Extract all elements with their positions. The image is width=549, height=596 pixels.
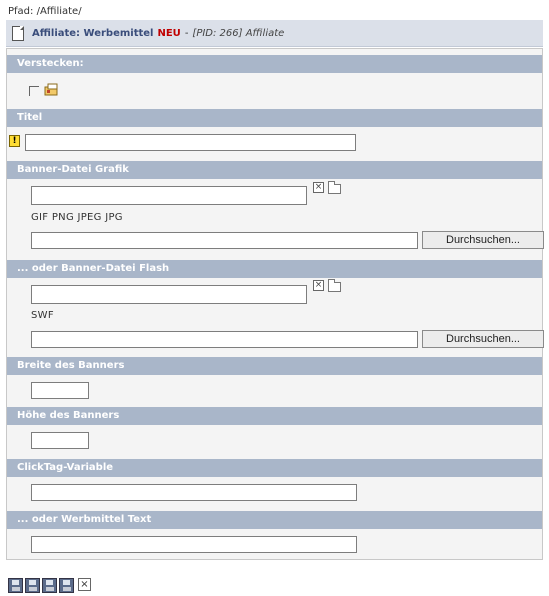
flash-file-types: SWF: [31, 310, 54, 321]
record-header: Affiliate: Werbemittel NEU - [PID: 266] …: [6, 20, 543, 47]
title-input[interactable]: [25, 134, 356, 151]
record-pid: [PID: 266] Affiliate: [192, 27, 285, 39]
remove-flash-file-icon[interactable]: ×: [313, 280, 324, 291]
section-title: Titel: [7, 109, 542, 127]
close-icon[interactable]: ×: [78, 578, 91, 591]
graphic-upload-input[interactable]: [31, 232, 418, 249]
record-title: Affiliate: Werbemittel: [32, 27, 154, 39]
flash-file-list[interactable]: [31, 285, 307, 304]
graphic-file-list[interactable]: [31, 186, 307, 205]
banner-width-input[interactable]: [31, 382, 89, 399]
flash-folder-icon[interactable]: [328, 279, 341, 292]
flash-browse-button[interactable]: Durchsuchen...: [422, 330, 544, 348]
folder-icon[interactable]: [328, 181, 341, 194]
bottom-toolbar: ×: [8, 578, 91, 593]
save-and-close-icon[interactable]: [59, 578, 74, 593]
required-warning-icon: !: [9, 135, 20, 147]
flash-upload-input[interactable]: [31, 331, 418, 348]
new-badge: NEU: [157, 27, 181, 39]
header-separator: -: [184, 27, 189, 39]
section-clicktag: ClickTag-Variable: [7, 459, 542, 477]
remove-file-icon[interactable]: ×: [313, 182, 324, 193]
breadcrumb: Pfad: /Affiliate/: [8, 6, 82, 17]
graphic-file-types: GIF PNG JPEG JPG: [31, 212, 123, 223]
text-input[interactable]: [31, 536, 357, 553]
section-hide: Verstecken:: [7, 55, 542, 73]
section-banner-width: Breite des Banners: [7, 357, 542, 375]
document-icon[interactable]: [12, 25, 24, 41]
palette-icon[interactable]: [44, 83, 59, 96]
edit-form: Verstecken: Titel ! Banner-Datei Grafik …: [6, 48, 544, 560]
section-banner-graphic: Banner-Datei Grafik: [7, 161, 542, 179]
clicktag-input[interactable]: [31, 484, 357, 501]
section-text: ... oder Werbmittel Text: [7, 511, 542, 529]
graphic-browse-button[interactable]: Durchsuchen...: [422, 231, 544, 249]
save-and-new-icon[interactable]: [42, 578, 57, 593]
save-icon[interactable]: [8, 578, 23, 593]
save-and-view-icon[interactable]: [25, 578, 40, 593]
banner-height-input[interactable]: [31, 432, 89, 449]
section-banner-height: Höhe des Banners: [7, 407, 542, 425]
hide-checkbox[interactable]: [29, 86, 39, 96]
section-banner-flash: ... oder Banner-Datei Flash: [7, 260, 542, 278]
